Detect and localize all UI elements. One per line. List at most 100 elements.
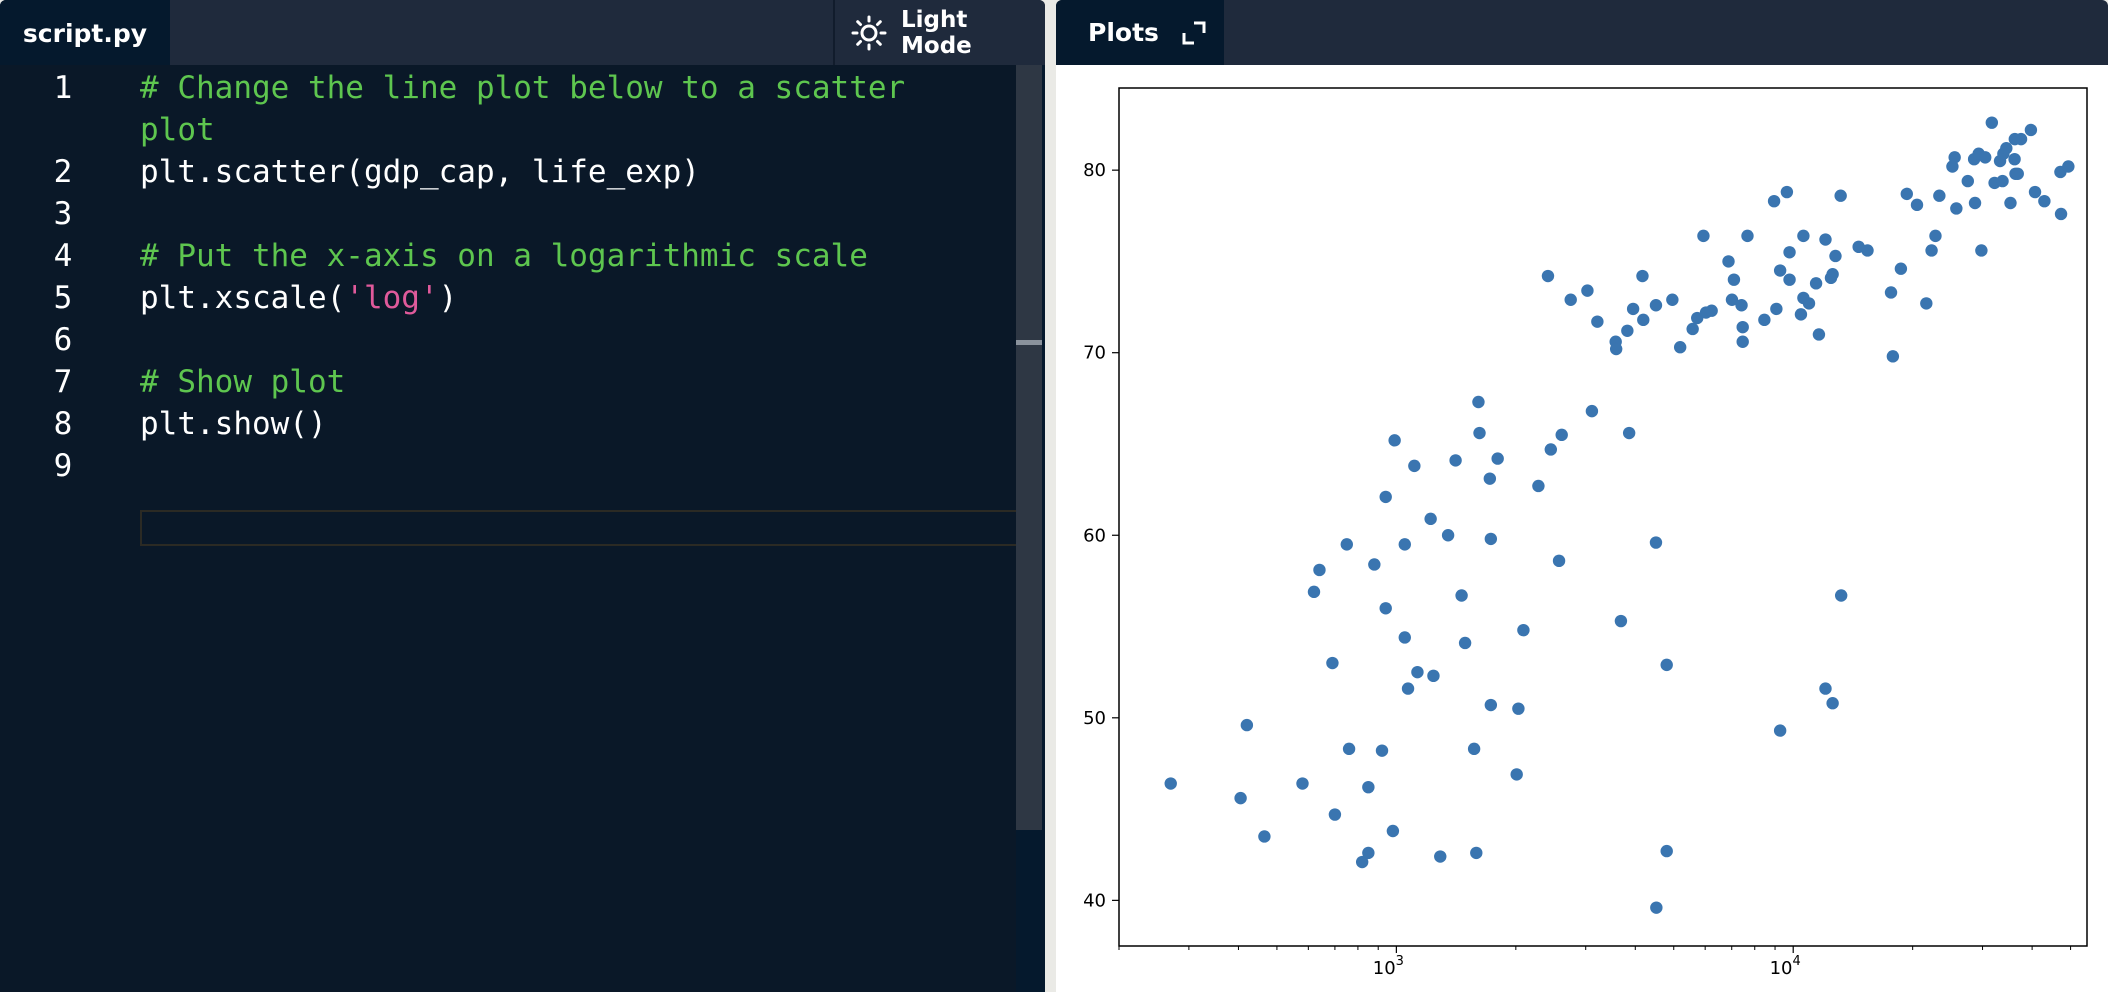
scatter-point xyxy=(1609,342,1623,356)
scatter-point xyxy=(1829,249,1842,263)
line-number: 9 xyxy=(53,448,73,484)
scatter-point xyxy=(1758,313,1771,327)
code-line[interactable]: 9 xyxy=(0,445,1016,487)
expand-icon[interactable] xyxy=(1181,20,1207,46)
scatter-point xyxy=(1834,189,1847,202)
scatter-point xyxy=(1819,233,1832,246)
scatter-point xyxy=(1826,268,1839,281)
scatter-point xyxy=(1968,196,1982,210)
scatter-point xyxy=(1483,472,1497,485)
scatter-point xyxy=(1441,529,1455,542)
scatter-point xyxy=(1379,490,1392,504)
scatter-point xyxy=(1375,744,1389,757)
scatter-point xyxy=(1362,780,1375,794)
code-line[interactable]: plot xyxy=(0,109,1016,151)
line-number: 2 xyxy=(53,154,73,190)
scatter-point xyxy=(1925,244,1938,257)
scatter-point xyxy=(1472,395,1485,409)
y-tick-label: 70 xyxy=(1083,343,1106,364)
plots-tab[interactable]: Plots xyxy=(1056,0,1224,65)
scatter-point xyxy=(2038,194,2051,208)
light-mode-button[interactable]: Light Mode xyxy=(833,0,1045,65)
code-line[interactable]: 2 plt.scatter(gdp_cap, life_exp) xyxy=(0,151,1016,193)
scatter-point xyxy=(1512,702,1525,715)
scatter-point xyxy=(1809,277,1823,290)
scatter-point xyxy=(1467,742,1481,756)
scatter-point xyxy=(1650,901,1663,914)
line-code: # Show plot xyxy=(140,361,345,403)
scatter-point xyxy=(1736,320,1749,334)
line-number: 4 xyxy=(53,238,73,274)
scatter-point xyxy=(1649,299,1663,312)
x-tick-label-exponent: 4 xyxy=(1793,954,1801,969)
plots-tab-label: Plots xyxy=(1088,18,1159,47)
y-tick-label: 80 xyxy=(1083,160,1106,181)
scatter-point xyxy=(1861,244,1874,257)
scatter-point xyxy=(1340,538,1353,551)
scatter-point xyxy=(1985,116,1999,129)
scatter-point xyxy=(1368,558,1381,571)
scatter-point xyxy=(1326,656,1339,670)
code-line[interactable]: 7 # Show plot xyxy=(0,361,1016,403)
code-token-comment: # Change the line plot below to a scatte… xyxy=(140,70,906,106)
scatter-point xyxy=(1950,202,1963,215)
editor-scrollbar[interactable] xyxy=(1016,65,1042,830)
code-line[interactable]: 3 xyxy=(0,193,1016,235)
code-line[interactable]: 6 xyxy=(0,319,1016,361)
scatter-point xyxy=(1819,682,1832,695)
editor-scrollbar-thumb[interactable] xyxy=(1016,340,1042,345)
plot-frame xyxy=(1118,87,2088,947)
scatter-point xyxy=(1741,229,1754,243)
scatter-point xyxy=(1411,665,1424,679)
scatter-point xyxy=(1564,293,1577,306)
scatter-point xyxy=(1342,742,1356,756)
scatter-point xyxy=(1727,273,1741,286)
scatter-point xyxy=(2014,132,2028,146)
scatter-point xyxy=(1910,198,1924,212)
x-tick-label-base: 10 xyxy=(1770,958,1793,979)
code-line[interactable]: 8 plt.show() xyxy=(0,403,1016,445)
scatter-point xyxy=(1660,844,1673,858)
scatter-point xyxy=(1673,341,1687,354)
scatter-point xyxy=(1961,174,1974,188)
scatter-point xyxy=(1812,328,1826,341)
scatter-point xyxy=(1621,324,1634,337)
scatter-point xyxy=(1470,846,1483,860)
scatter-point xyxy=(1473,426,1486,440)
scatter-point xyxy=(1834,589,1848,602)
code-line[interactable]: 1 # Change the line plot below to a scatt… xyxy=(0,67,1016,109)
code-token-default: ) xyxy=(438,280,458,316)
scatter-point xyxy=(1783,246,1796,259)
light-mode-label: Light Mode xyxy=(901,6,972,59)
scatter-point xyxy=(1622,426,1636,440)
scatter-point xyxy=(1398,538,1411,551)
scatter-point xyxy=(1234,791,1247,805)
scatter-point xyxy=(1705,304,1718,317)
scatter-point xyxy=(1933,189,1946,202)
scatter-point xyxy=(1555,428,1568,442)
scatter-point xyxy=(1735,299,1748,312)
scatter-point xyxy=(1797,229,1810,243)
code-token-default: plt.show() xyxy=(140,406,327,442)
scatter-point xyxy=(2054,207,2068,221)
scatter-point xyxy=(1401,682,1415,695)
scatter-point xyxy=(1773,724,1787,737)
scatter-point xyxy=(1585,404,1599,418)
code-line[interactable]: 5 plt.xscale('log') xyxy=(0,277,1016,319)
scatter-point xyxy=(1398,631,1411,644)
scatter-point xyxy=(1614,614,1628,628)
file-tab-script[interactable]: script.py xyxy=(0,0,170,65)
scatter-point xyxy=(2008,152,2021,166)
scatter-point xyxy=(2028,185,2042,199)
scatter-point xyxy=(1424,512,1437,526)
code-area[interactable]: 1 # Change the line plot below to a scatt… xyxy=(0,65,1040,992)
scatter-point xyxy=(1666,293,1679,306)
code-line[interactable]: 4 # Put the x-axis on a logarithmic scale xyxy=(0,235,1016,277)
scatter-point xyxy=(1686,322,1699,336)
scatter-point xyxy=(1920,297,1933,310)
scatter-point xyxy=(1258,830,1271,843)
scatter-point xyxy=(1379,602,1392,615)
scatter-point xyxy=(1541,269,1555,283)
x-tick-label-base: 10 xyxy=(1373,958,1396,979)
line-code: # Put the x-axis on a logarithmic scale xyxy=(140,235,868,277)
